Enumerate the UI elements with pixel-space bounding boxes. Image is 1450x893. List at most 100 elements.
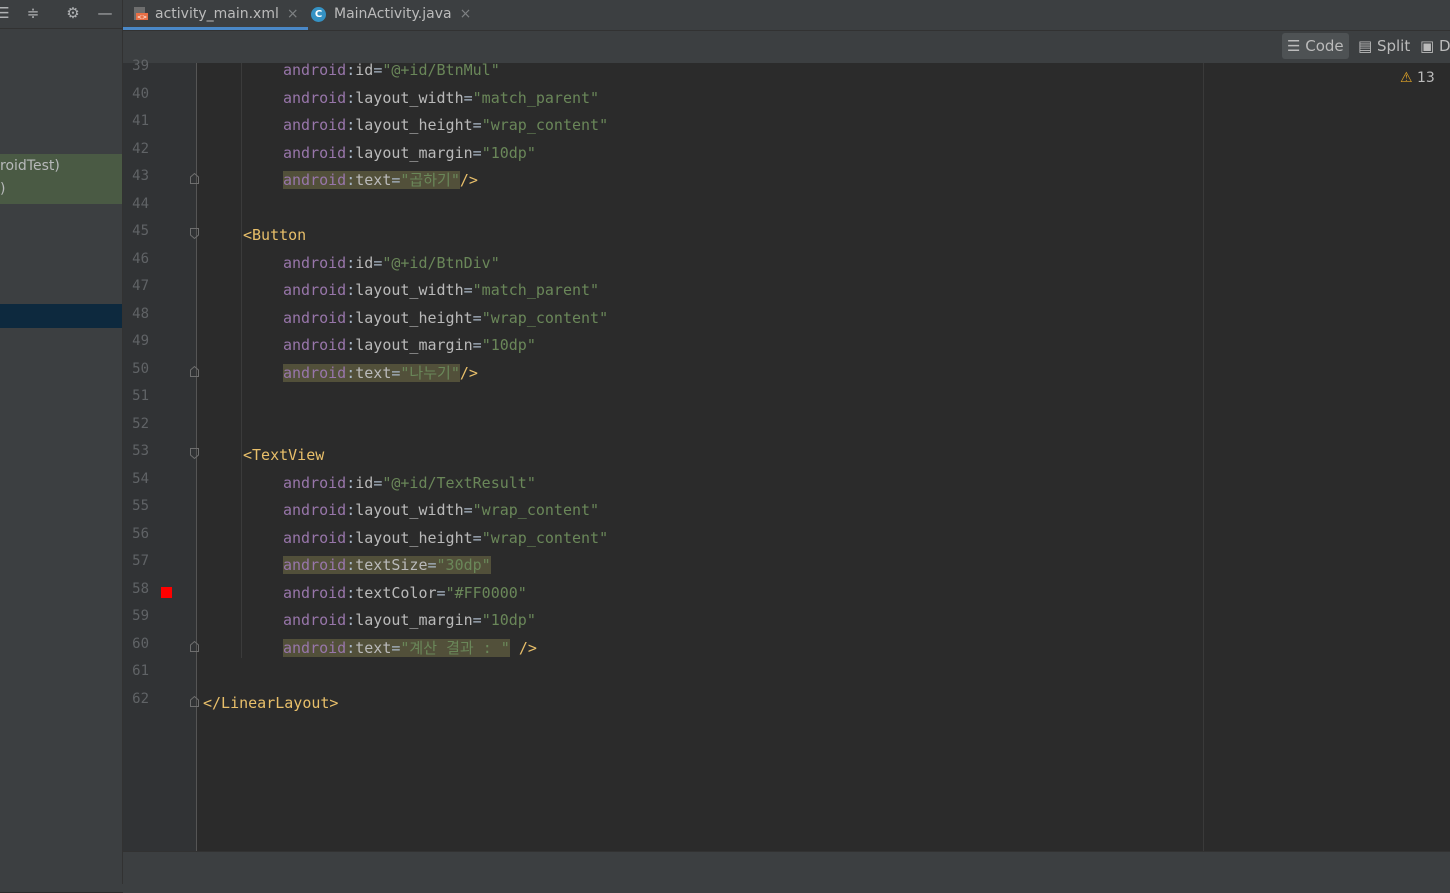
attribute-value: "@+id/BtnMul" [382, 63, 500, 79]
attribute: android:layout_height="wrap_content" [283, 116, 608, 134]
code-line[interactable]: android:layout_margin="10dp" [283, 609, 536, 631]
warning-icon: ⚠ [1400, 70, 1413, 86]
attribute-value: "wrap_content" [472, 501, 600, 519]
colon: : [346, 611, 356, 629]
tag-close: /> [459, 363, 478, 382]
line-number: 45 [132, 223, 149, 239]
line-number: 49 [132, 333, 149, 349]
xml-file-icon: <> [134, 7, 148, 21]
colon: : [346, 528, 356, 547]
color-preview-icon[interactable] [161, 586, 172, 598]
right-margin-guide [1203, 63, 1204, 851]
attribute-name: textSize [355, 556, 428, 574]
warnings-indicator[interactable]: ⚠ 13 [1400, 70, 1435, 86]
colon: : [346, 556, 356, 574]
split-view-label: Split [1376, 37, 1411, 55]
collapse-all-icon[interactable]: ≑ [22, 2, 44, 24]
code-line[interactable]: android:text="나누기"/> [283, 362, 478, 384]
minimize-icon[interactable]: — [94, 2, 116, 24]
colon: : [346, 583, 356, 602]
colon: : [346, 281, 356, 299]
attribute-value: "wrap_content" [481, 308, 609, 327]
code-line[interactable]: android:layout_height="wrap_content" [283, 527, 608, 549]
equals: = [472, 308, 482, 327]
attribute: android:layout_height="wrap_content" [283, 529, 608, 547]
tab-mainactivity-java[interactable]: C MainActivity.java × [311, 0, 481, 30]
attribute-name: textColor [355, 583, 437, 602]
code-line[interactable]: android:textSize="30dp" [283, 554, 491, 576]
line-number: 41 [132, 113, 149, 129]
design-view-button[interactable]: ▣ D [1415, 33, 1450, 59]
colon: : [346, 501, 356, 519]
attribute-namespace: android [283, 556, 347, 574]
code-line[interactable]: android:text="곱하기"/> [283, 169, 478, 191]
attribute-value: "match_parent" [472, 88, 600, 107]
image-icon: ▣ [1420, 37, 1435, 55]
tab-activity-main-xml[interactable]: <> activity_main.xml × [123, 0, 308, 30]
attribute: android:layout_margin="10dp" [283, 144, 536, 162]
code-line[interactable]: </LinearLayout> [203, 692, 338, 714]
split-view-icon: ▤ [1358, 37, 1373, 55]
code-line[interactable]: android:layout_margin="10dp" [283, 334, 536, 356]
project-toolbar: ☰ ≑ ⚙ — [0, 0, 122, 29]
tree-item-androidtest[interactable]: roidTest) ) [0, 154, 122, 204]
code-line[interactable]: android:id="@+id/BtnDiv" [283, 252, 500, 274]
colon: : [346, 88, 356, 107]
attribute: android:layout_margin="10dp" [283, 336, 536, 354]
equals: = [472, 611, 482, 629]
attribute-namespace: android [283, 143, 347, 162]
hardcoded-warning-highlight: android:text="곱하기" [283, 171, 460, 189]
equals: = [463, 501, 473, 519]
code-view-icon: ☰ [1287, 37, 1301, 55]
equals: = [472, 336, 482, 354]
attribute: android:layout_width="match_parent" [283, 281, 599, 299]
code-line[interactable]: android:id="@+id/TextResult" [283, 472, 536, 494]
code-line[interactable]: android:layout_width="match_parent" [283, 279, 599, 301]
editor-tab-bar: <> activity_main.xml × C MainActivity.java… [123, 0, 1450, 31]
code-line[interactable]: android:layout_width="match_parent" [283, 87, 599, 109]
code-view-button[interactable]: ☰ Code [1282, 33, 1349, 59]
attribute-namespace: android [283, 638, 347, 657]
code-line[interactable]: android:layout_width="wrap_content" [283, 499, 599, 521]
close-tab-icon[interactable]: × [460, 6, 472, 22]
attribute-namespace: android [283, 611, 347, 629]
colon: : [346, 308, 356, 327]
line-number: 43 [132, 168, 149, 184]
attribute-namespace: android [283, 583, 347, 602]
attribute-value: "곱하기" [400, 171, 460, 189]
code-line[interactable]: android:textColor="#FF0000" [283, 582, 527, 604]
xml-tag: <TextView [243, 446, 325, 464]
split-view-button[interactable]: ▤ Split [1353, 33, 1415, 59]
line-number: 52 [132, 415, 149, 432]
colon: : [346, 363, 356, 382]
colon: : [346, 253, 356, 272]
close-tab-icon[interactable]: × [287, 6, 299, 22]
attribute-name: text [355, 363, 392, 382]
line-number: 40 [132, 85, 149, 102]
code-line[interactable]: android:id="@+id/BtnMul" [283, 63, 500, 81]
line-number: 60 [132, 635, 149, 652]
line-number: 42 [132, 140, 149, 157]
colon: : [346, 63, 356, 79]
expand-all-icon[interactable]: ☰ [0, 2, 14, 24]
code-line[interactable]: android:layout_height="wrap_content" [283, 307, 608, 329]
attribute-value: "wrap_content" [481, 116, 609, 134]
line-number: 57 [132, 553, 149, 569]
equals: = [373, 253, 383, 272]
code-line[interactable]: <TextView [243, 444, 324, 466]
attribute-name: layout_width [355, 281, 464, 299]
line-number: 58 [132, 580, 149, 597]
code-line[interactable]: android:layout_margin="10dp" [283, 142, 536, 164]
line-number: 59 [132, 608, 149, 624]
code-editor[interactable]: android:id="@+id/BtnMul" android:layout_w… [197, 63, 1203, 851]
gear-icon[interactable]: ⚙ [62, 2, 84, 24]
code-line[interactable]: android:text="계산 결과 : " /> [283, 637, 537, 659]
line-number: 46 [132, 250, 149, 267]
tree-item-selected[interactable] [0, 304, 122, 328]
colon: : [346, 116, 356, 134]
line-number: 56 [132, 525, 149, 542]
code-line[interactable]: <Button [243, 224, 306, 246]
line-number-gutter[interactable]: 39 40 41 42 43 44 45 46 47 48 49 50 51 52 53 54 55 56 57 58… [123, 58, 199, 851]
hardcoded-warning-highlight: android:text="나누기" [283, 363, 460, 382]
code-line[interactable]: android:layout_height="wrap_content" [283, 114, 608, 136]
